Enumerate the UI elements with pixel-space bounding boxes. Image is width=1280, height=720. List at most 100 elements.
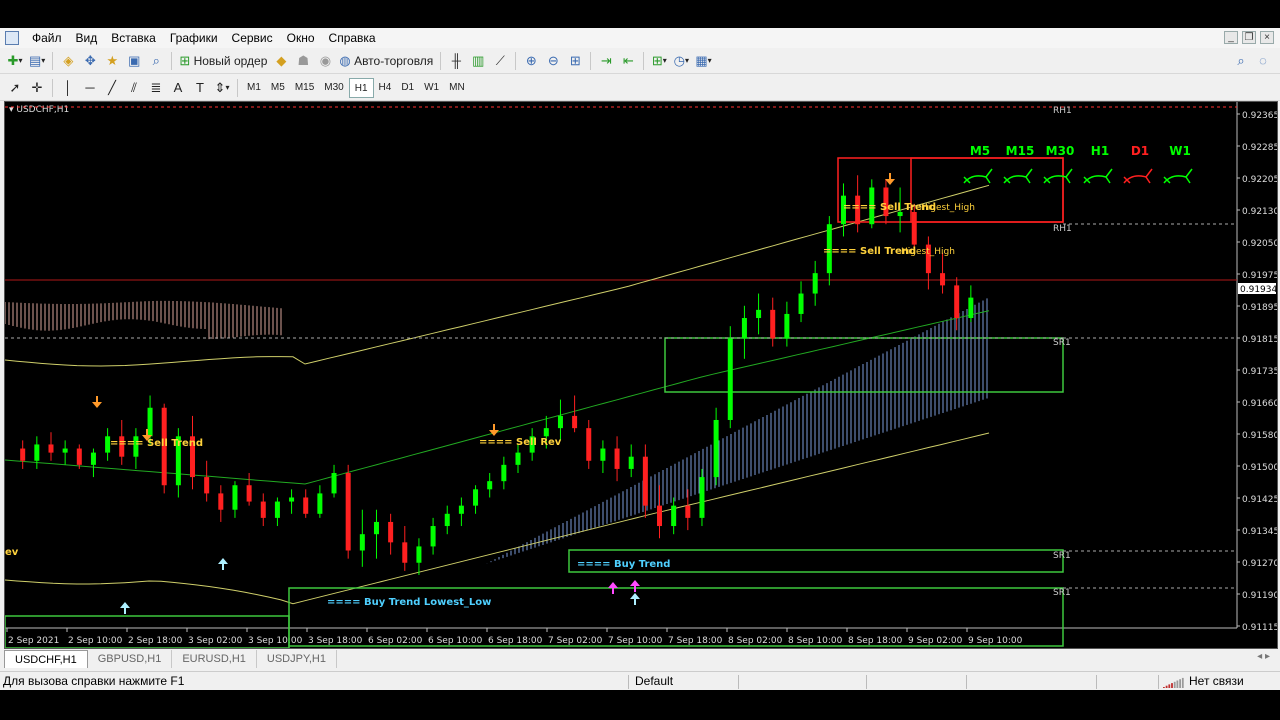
timeframe-m30[interactable]: M30 xyxy=(319,78,348,98)
timeframe-w1[interactable]: W1 xyxy=(419,78,444,98)
text-icon: A xyxy=(173,80,183,95)
candle-body xyxy=(572,415,578,429)
trendline-button[interactable]: ╱ xyxy=(101,77,123,99)
menu-help[interactable]: Справка xyxy=(322,28,383,48)
timeframe-d1[interactable]: D1 xyxy=(396,78,419,98)
metaeditor-button[interactable]: ◆ xyxy=(270,50,292,72)
chart-window[interactable]: 0.92365 0.92285 0.92205 0.92130 0.92050 0.919… xyxy=(4,101,1278,649)
templates-button[interactable]: ▦ ▾ xyxy=(692,50,714,72)
price-tick-label: 0.92205 xyxy=(1242,175,1277,185)
candle-body xyxy=(303,497,309,514)
auto-trading-button[interactable]: ◍ Авто-торговля xyxy=(336,50,436,72)
line-chart-button[interactable]: ⟋ xyxy=(489,50,511,72)
demand-zone-box xyxy=(664,337,1064,393)
vertical-line-button[interactable]: │ xyxy=(57,77,79,99)
menu-insert[interactable]: Вставка xyxy=(104,28,163,48)
tab-eurusd[interactable]: EURUSD,H1 xyxy=(172,650,257,668)
timeframe-m15[interactable]: M15 xyxy=(290,78,319,98)
candle-body xyxy=(699,477,705,518)
sell-arrow-icon xyxy=(92,402,102,408)
vertical-line-icon: │ xyxy=(63,80,73,95)
candle-body xyxy=(713,419,719,478)
signal-bar xyxy=(1176,680,1179,688)
timeframe-mn[interactable]: MN xyxy=(444,78,470,98)
new-chart-button[interactable]: ✚ ▾ xyxy=(4,50,26,72)
help-hint: Для вызова справки нажмите F1 xyxy=(3,674,185,688)
signals-button[interactable]: ☗ xyxy=(292,50,314,72)
timeframe-m1[interactable]: M1 xyxy=(242,78,266,98)
arrows-button[interactable]: ⇕ ▾ xyxy=(211,77,233,99)
zoom-out-button[interactable]: ⊖ xyxy=(542,50,564,72)
menu-charts[interactable]: Графики xyxy=(163,28,225,48)
app-icon[interactable] xyxy=(5,31,19,45)
timeframe-h4[interactable]: H4 xyxy=(374,78,397,98)
timeframe-m5[interactable]: M5 xyxy=(266,78,290,98)
indicators-button[interactable]: ⊞ ▾ xyxy=(648,50,670,72)
time-tick-label: 8 Sep 02:00 xyxy=(728,636,783,646)
timeframe-h1[interactable]: H1 xyxy=(348,77,374,98)
candle-body xyxy=(798,293,804,314)
price-tick-label: 0.91975 xyxy=(1242,271,1277,281)
chart-shift-button[interactable]: ⇤ xyxy=(617,50,639,72)
time-tick-label: 2 Sep 18:00 xyxy=(128,636,183,646)
bar-chart-button[interactable]: ╫ xyxy=(445,50,467,72)
label-button[interactable]: T xyxy=(189,77,211,99)
tab-scroll-arrows[interactable]: ◂ ▸ xyxy=(1257,651,1270,662)
new-order-label: Новый ордер xyxy=(193,53,268,68)
periods-button[interactable]: ◷ ▾ xyxy=(670,50,692,72)
text-button[interactable]: A xyxy=(167,77,189,99)
profiles-button[interactable]: ▤ ▾ xyxy=(26,50,48,72)
profile-name: Default xyxy=(635,674,674,688)
candle-chart-button[interactable]: ▥ xyxy=(467,50,489,72)
new-order-button[interactable]: ⊞ Новый ордер xyxy=(176,50,270,72)
market-watch-button[interactable]: ◈ xyxy=(57,50,79,72)
price-chart[interactable]: 0.92365 0.92285 0.92205 0.92130 0.92050 0.919… xyxy=(5,102,1277,648)
minimize-icon[interactable]: _ xyxy=(1224,31,1238,44)
terminal-button[interactable]: ▣ xyxy=(123,50,145,72)
crosshair-button[interactable]: ✛ xyxy=(26,77,48,99)
divider xyxy=(738,675,739,689)
sound-button[interactable]: ◉ xyxy=(314,50,336,72)
zoom-in-icon: ⊕ xyxy=(525,53,537,68)
separator xyxy=(643,51,645,70)
level-label: SR1 xyxy=(1053,551,1071,561)
channel-button[interactable]: ⫽ xyxy=(123,77,145,99)
separator xyxy=(171,51,173,70)
separator xyxy=(237,78,238,97)
new-chart-icon: ✚ xyxy=(7,53,19,68)
menu-window[interactable]: Окно xyxy=(280,28,322,48)
restore-icon[interactable]: ❐ xyxy=(1242,31,1256,44)
candle-body xyxy=(359,534,365,551)
candle-body xyxy=(812,273,818,294)
favorites-button[interactable]: ★ xyxy=(101,50,123,72)
mtf-trend-icon xyxy=(1123,168,1153,184)
candle-body xyxy=(515,452,521,465)
candle-body xyxy=(642,456,648,506)
navigator-button[interactable]: ✥ xyxy=(79,50,101,72)
navigator-icon: ✥ xyxy=(84,53,96,68)
tile-windows-button[interactable]: ⊞ xyxy=(564,50,586,72)
close-icon[interactable]: × xyxy=(1260,31,1274,44)
drawing-toolbar: ➚ ✛ │ ─ ╱ ⫽ ≣ A T ⇕ ▾ M1 M5 M15 M30 H1 H4… xyxy=(0,75,1280,101)
channel-icon: ⫽ xyxy=(131,80,137,95)
tab-usdchf[interactable]: USDCHF,H1 xyxy=(4,650,88,668)
price-tick-label: 0.91895 xyxy=(1242,303,1277,313)
search-button[interactable]: ⌕ xyxy=(1230,50,1252,72)
zoom-in-button[interactable]: ⊕ xyxy=(520,50,542,72)
autoscroll-button[interactable]: ⇥ xyxy=(595,50,617,72)
separator xyxy=(440,51,442,70)
tester-button[interactable]: ⌕ xyxy=(145,50,167,72)
menu-file[interactable]: Файл xyxy=(25,28,69,48)
tab-usdjpy[interactable]: USDJPY,H1 xyxy=(257,650,337,668)
menu-tools[interactable]: Сервис xyxy=(225,28,280,48)
level-label: SR1 xyxy=(1053,338,1071,348)
tab-gbpusd[interactable]: GBPUSD,H1 xyxy=(88,650,173,668)
menu-view[interactable]: Вид xyxy=(69,28,105,48)
separator xyxy=(52,51,54,70)
community-button[interactable]: ◌ xyxy=(1252,50,1274,72)
fibonacci-button[interactable]: ≣ xyxy=(145,77,167,99)
horizontal-line-button[interactable]: ─ xyxy=(79,77,101,99)
cursor-button[interactable]: ➚ xyxy=(4,77,26,99)
mtf-label: M15 xyxy=(1006,144,1035,158)
time-tick-label: 6 Sep 02:00 xyxy=(368,636,423,646)
